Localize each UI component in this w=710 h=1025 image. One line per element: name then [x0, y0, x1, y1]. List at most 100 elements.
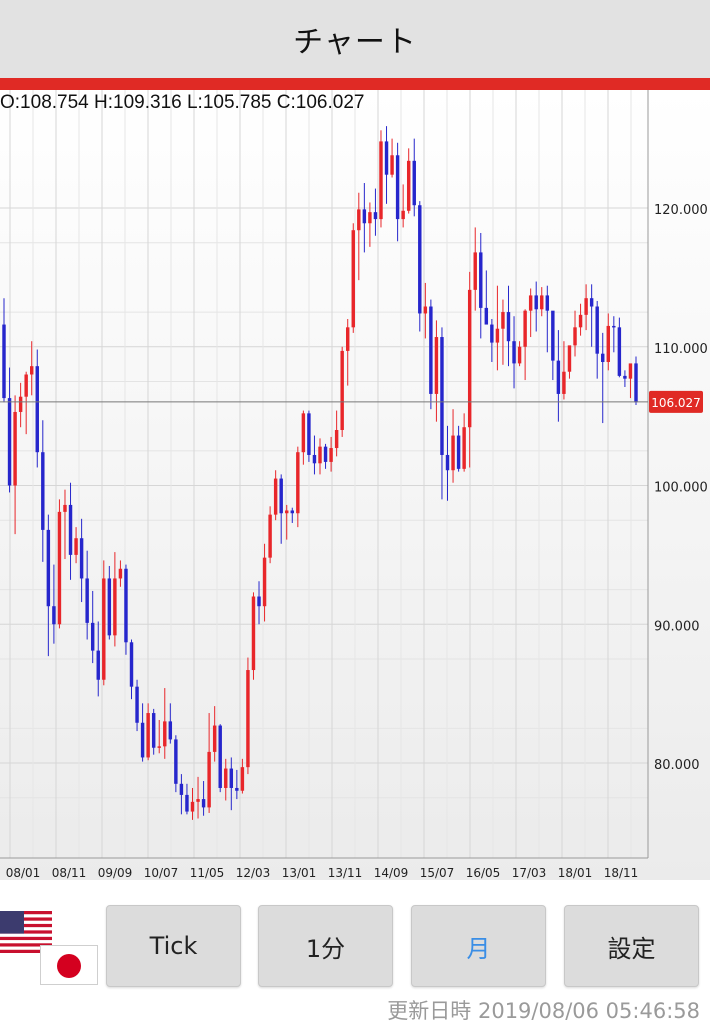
candle-body: [412, 160, 416, 206]
candle-body: [318, 446, 322, 464]
candle-body: [307, 413, 311, 455]
current-price-marker: 106.027: [0, 390, 703, 413]
candle-body: [196, 799, 200, 802]
candle-body: [224, 768, 228, 788]
x-tick-label: 18/11: [604, 866, 639, 880]
candle-body: [113, 578, 117, 636]
candle-body: [578, 314, 583, 328]
candle-body: [168, 721, 173, 740]
candlestick-chart[interactable]: 120.000 110.000 100.000 90.000 80.000 08/01 0…: [0, 90, 710, 880]
candle-body: [7, 398, 12, 486]
x-tick-label: 13/11: [328, 866, 363, 880]
candle-body: [523, 310, 527, 347]
candle-body: [13, 411, 17, 486]
candle-body: [63, 504, 67, 512]
one-minute-button[interactable]: 1分: [258, 905, 393, 987]
candle-body: [79, 538, 84, 579]
candle-body: [368, 212, 372, 224]
candle-body: [423, 306, 428, 314]
candle-body: [157, 746, 161, 748]
candle-body: [257, 596, 261, 607]
candle-body: [484, 307, 489, 325]
x-tick-label: 15/07: [420, 866, 455, 880]
candle-body: [174, 739, 178, 784]
candle-body: [323, 446, 328, 462]
x-axis-labels: 08/01 08/11 09/09 10/07 11/05 12/03 13/01 13/11…: [6, 866, 639, 880]
candle-body: [179, 783, 184, 795]
candle-body: [601, 353, 605, 363]
candle-body: [218, 725, 222, 788]
candle-body: [628, 363, 633, 379]
candle-body: [612, 325, 616, 328]
candle-body: [146, 713, 150, 758]
candle-body: [85, 578, 89, 623]
candle-body: [451, 435, 455, 471]
page-title: チャート: [293, 25, 417, 60]
candle-body: [540, 295, 544, 310]
candle-body: [207, 751, 211, 808]
candle-body: [362, 209, 367, 224]
candle-body: [35, 366, 39, 453]
header-accent-bar: [0, 78, 710, 90]
x-tick-label: 17/03: [512, 866, 547, 880]
app-header: チャート: [0, 0, 710, 78]
x-tick-label: 18/01: [558, 866, 593, 880]
candle-body: [140, 722, 145, 758]
candle-body: [57, 511, 62, 625]
x-tick-label: 08/01: [6, 866, 41, 880]
candle-body: [384, 141, 389, 175]
candle-body: [102, 578, 106, 680]
candle-body: [52, 606, 56, 625]
candle-body: [329, 448, 333, 462]
currency-pair-flags[interactable]: [0, 905, 100, 985]
candle-body: [212, 725, 217, 752]
candle-body: [279, 478, 283, 514]
candle-body: [190, 801, 195, 812]
x-tick-label: 14/09: [374, 866, 409, 880]
chart-svg[interactable]: 120.000110.000100.00090.00080.000 08/01 0…: [0, 90, 710, 880]
candle-body: [240, 767, 245, 791]
candle-body: [495, 328, 500, 343]
candle-body: [545, 295, 550, 311]
candle-body: [107, 578, 112, 636]
candle-body: [567, 345, 572, 372]
settings-button-label: 設定: [607, 934, 656, 963]
candle-body: [634, 363, 638, 403]
tick-button[interactable]: Tick: [106, 905, 241, 987]
candle-body: [589, 298, 594, 307]
settings-button[interactable]: 設定: [564, 905, 699, 987]
candle-body: [418, 205, 422, 314]
ohlc-readout: O:108.754 H:109.316 L:105.785 C:106.027: [0, 92, 365, 113]
candle-body: [573, 327, 577, 346]
candle-body: [357, 209, 361, 231]
candle-body: [296, 452, 300, 514]
candle-body: [46, 529, 51, 607]
candle-series: [2, 126, 638, 820]
candle-body: [346, 327, 350, 351]
candle-body: [312, 454, 317, 464]
candle-body: [96, 650, 100, 680]
candle-body: [74, 538, 78, 555]
candle-body: [512, 341, 516, 364]
candle-body: [395, 155, 400, 220]
candle-body: [163, 721, 167, 747]
candle-body: [235, 787, 239, 791]
monthly-button[interactable]: 月: [411, 905, 546, 987]
candle-body: [617, 327, 622, 376]
candle-body: [301, 413, 306, 453]
candle-body: [445, 454, 450, 471]
candle-body: [467, 289, 472, 428]
candle-body: [129, 642, 134, 687]
x-tick-label: 10/07: [144, 866, 179, 880]
candle-body: [462, 427, 466, 469]
candle-body: [534, 295, 538, 310]
current-price-label: 106.027: [651, 396, 701, 410]
candle-body: [251, 596, 256, 671]
x-tick-label: 08/11: [52, 866, 87, 880]
candle-body: [290, 510, 294, 514]
candle-body: [124, 568, 128, 643]
candle-body: [373, 212, 378, 220]
candle-body: [151, 713, 156, 748]
candle-body: [429, 306, 433, 394]
candle-body: [2, 324, 6, 399]
